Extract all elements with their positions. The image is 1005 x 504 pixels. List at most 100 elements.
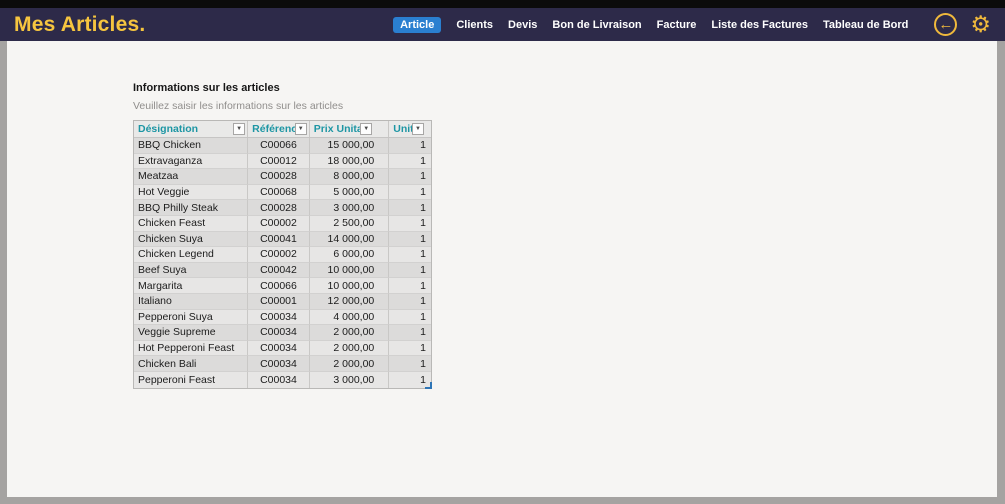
table-cell[interactable]: 1 <box>389 278 431 294</box>
table-cell[interactable]: 1 <box>389 154 431 170</box>
table-row[interactable]: BBQ Philly Steak C00028 3 000,00 1 <box>134 200 431 216</box>
table-cell[interactable]: BBQ Philly Steak <box>134 200 249 216</box>
table-cell[interactable]: Margarita <box>134 278 249 294</box>
table-resize-handle[interactable] <box>425 381 432 389</box>
filter-dropdown-button[interactable]: ▼ <box>412 123 424 135</box>
table-cell[interactable]: 1 <box>389 310 431 326</box>
nav-item-facture[interactable]: Facture <box>657 19 697 31</box>
filter-dropdown-button[interactable]: ▼ <box>294 123 307 135</box>
table-cell[interactable]: C00066 <box>248 138 310 154</box>
articles-info-block: Informations sur les articles Veuillez s… <box>133 82 432 389</box>
table-cell[interactable]: Chicken Legend <box>134 247 249 263</box>
table-row[interactable]: Extravaganza C00012 18 000,00 1 <box>134 153 431 170</box>
nav-item-devis[interactable]: Devis <box>508 19 537 31</box>
table-cell[interactable]: 1 <box>389 216 431 232</box>
gear-icon[interactable]: ⚙ <box>970 13 991 36</box>
table-row[interactable]: Margarita C00066 10 000,00 1 <box>134 278 431 294</box>
table-cell[interactable]: C00034 <box>248 371 310 388</box>
table-cell[interactable]: C00034 <box>248 356 310 372</box>
table-cell[interactable]: BBQ Chicken <box>134 138 249 154</box>
app-title: Mes Articles. <box>14 12 146 36</box>
table-cell[interactable]: 2 500,00 <box>309 215 390 232</box>
table-cell[interactable]: C00002 <box>248 215 310 232</box>
filter-dropdown-button[interactable]: ▼ <box>360 123 373 135</box>
table-cell[interactable]: 1 <box>389 232 431 248</box>
table-cell[interactable]: C00068 <box>248 184 310 201</box>
table-cell[interactable]: C00002 <box>248 247 310 263</box>
table-cell[interactable]: Chicken Feast <box>134 215 249 232</box>
nav-item-clients[interactable]: Clients <box>456 19 493 31</box>
table-cell[interactable]: 3 000,00 <box>310 371 390 388</box>
table-cell[interactable]: Veggie Supreme <box>134 325 249 341</box>
table-cell[interactable]: 1 <box>389 294 431 310</box>
table-row[interactable]: Chicken Suya C00041 14 000,00 1 <box>134 231 431 248</box>
filter-dropdown-button[interactable]: ▼ <box>233 123 246 135</box>
table-cell[interactable]: Meatzaa <box>134 169 249 185</box>
table-row[interactable]: Chicken Legend C00002 6 000,00 1 <box>134 247 431 263</box>
column-header-designation: Désignation ▼ <box>134 121 249 137</box>
nav-item-liste-des-factures[interactable]: Liste des Factures <box>711 19 808 31</box>
table-row[interactable]: Italiano C00001 12 000,00 1 <box>134 293 431 310</box>
table-cell[interactable]: 12 000,00 <box>309 293 390 310</box>
table-row[interactable]: Pepperoni Suya C00034 4 000,00 1 <box>134 309 431 326</box>
table-cell[interactable]: C00066 <box>248 278 310 294</box>
nav-item-bon-de-livraison[interactable]: Bon de Livraison <box>552 19 641 31</box>
table-row[interactable]: Chicken Feast C00002 2 500,00 1 <box>134 215 431 232</box>
table-cell[interactable]: 5 000,00 <box>309 184 390 201</box>
table-cell[interactable]: 15 000,00 <box>309 138 390 154</box>
table-cell[interactable]: 1 <box>389 185 431 201</box>
table-row[interactable]: Hot Pepperoni Feast C00034 2 000,00 1 <box>134 340 431 357</box>
table-header-row: Désignation▼Référence▼Prix Unitaire▼Unit… <box>134 121 431 138</box>
table-cell[interactable]: C00034 <box>248 309 310 326</box>
table-cell[interactable]: 1 <box>389 263 431 279</box>
table-row[interactable]: Pepperoni Feast C00034 3 000,00 1 <box>134 371 431 388</box>
table-cell[interactable]: Hot Veggie <box>134 184 249 201</box>
table-cell[interactable]: C00028 <box>248 200 310 216</box>
table-cell[interactable]: 2 000,00 <box>309 325 390 341</box>
table-cell[interactable]: 1 <box>389 138 431 154</box>
table-row[interactable]: Hot Veggie C00068 5 000,00 1 <box>134 184 431 201</box>
table-cell[interactable]: 1 <box>389 169 431 185</box>
nav-item-tableau-de-bord[interactable]: Tableau de Bord <box>823 19 908 31</box>
table-cell[interactable]: Pepperoni Suya <box>134 309 249 326</box>
table-cell[interactable]: 14 000,00 <box>309 231 390 248</box>
table-cell[interactable]: C00034 <box>248 325 310 341</box>
table-cell[interactable]: 6 000,00 <box>309 247 390 263</box>
table-cell[interactable]: 2 000,00 <box>309 340 390 357</box>
back-arrow-icon[interactable]: ← <box>934 13 958 36</box>
column-header-label: Unité <box>393 123 412 135</box>
table-cell[interactable]: Beef Suya <box>134 262 249 279</box>
table-cell[interactable]: 8 000,00 <box>309 169 390 185</box>
table-cell[interactable]: C00001 <box>248 293 310 310</box>
table-cell[interactable]: 1 <box>389 325 431 341</box>
nav: Article Clients Devis Bon de Livraison Factu… <box>393 16 908 33</box>
table-row[interactable]: Meatzaa C00028 8 000,00 1 <box>134 169 431 185</box>
table-cell[interactable]: 10 000,00 <box>309 262 390 279</box>
table-cell[interactable]: 3 000,00 <box>309 200 390 216</box>
table-cell[interactable]: 18 000,00 <box>309 153 390 170</box>
table-cell[interactable]: C00028 <box>248 169 310 185</box>
table-row[interactable]: Veggie Supreme C00034 2 000,00 1 <box>134 325 431 341</box>
table-row[interactable]: BBQ Chicken C00066 15 000,00 1 <box>134 138 431 154</box>
nav-item-article[interactable]: Article <box>393 16 442 33</box>
table-cell[interactable]: 1 <box>389 247 431 263</box>
table-cell[interactable]: C00041 <box>248 231 310 248</box>
table-cell[interactable]: C00034 <box>248 340 310 357</box>
table-cell[interactable]: 1 <box>389 200 431 216</box>
table-cell[interactable]: Hot Pepperoni Feast <box>134 340 249 357</box>
table-cell[interactable]: Extravaganza <box>134 153 249 170</box>
table-cell[interactable]: 1 <box>389 356 431 372</box>
content-area: Informations sur les articles Veuillez s… <box>7 41 997 497</box>
table-cell[interactable]: 10 000,00 <box>309 278 390 294</box>
table-cell[interactable]: 4 000,00 <box>309 309 390 326</box>
table-cell[interactable]: Chicken Suya <box>134 231 249 248</box>
table-cell[interactable]: C00042 <box>248 262 310 279</box>
table-cell[interactable]: 1 <box>389 341 431 357</box>
table-cell[interactable]: Italiano <box>134 293 249 310</box>
table-cell[interactable]: Chicken Bali <box>134 356 249 372</box>
table-cell[interactable]: 2 000,00 <box>309 356 390 372</box>
table-row[interactable]: Chicken Bali C00034 2 000,00 1 <box>134 356 431 372</box>
table-row[interactable]: Beef Suya C00042 10 000,00 1 <box>134 262 431 279</box>
table-cell[interactable]: C00012 <box>248 153 310 170</box>
table-cell[interactable]: Pepperoni Feast <box>134 371 249 388</box>
